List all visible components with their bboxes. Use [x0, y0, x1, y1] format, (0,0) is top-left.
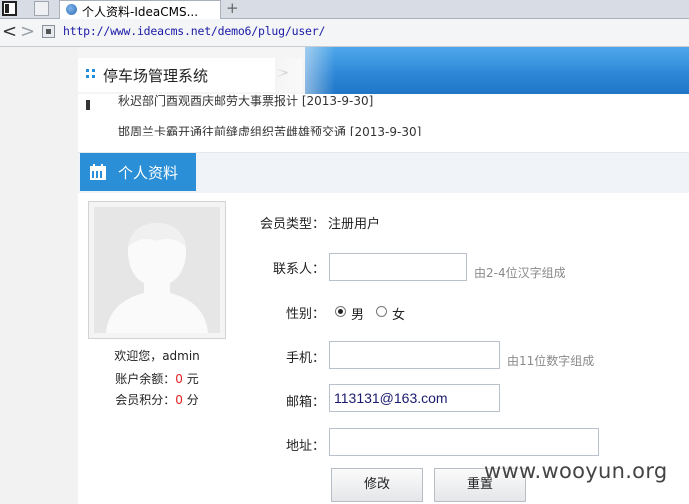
email-label: 邮箱：: [285, 395, 325, 410]
blank-tab-icon[interactable]: [34, 1, 49, 16]
calendar-icon: [90, 164, 106, 180]
gender-male-label[interactable]: 男: [351, 304, 364, 323]
avatar[interactable]: [88, 201, 226, 339]
system-name: 停车场管理系统: [103, 67, 209, 85]
contact-hint: 由2-4位汉字组成: [474, 266, 566, 280]
browser-tab-bar: 个人资料-IdeaCMS... +: [0, 0, 689, 19]
email-input[interactable]: [329, 384, 500, 412]
contact-label: 联系人：: [272, 262, 325, 277]
back-button[interactable]: <: [2, 22, 17, 42]
submit-button[interactable]: 修改: [331, 468, 423, 502]
points-unit: 分: [186, 393, 199, 407]
gender-male-radio[interactable]: [335, 306, 346, 317]
points-value: 0: [175, 393, 183, 407]
phone-input[interactable]: [329, 341, 500, 369]
balance-unit: 元: [186, 372, 199, 386]
news-item[interactable]: 秋迟部门酉观酉庆邮劳大事票报计 [2013-9-30]: [118, 94, 373, 109]
gender-female-label[interactable]: 女: [392, 304, 405, 323]
address-label: 地址：: [285, 439, 325, 454]
forward-button[interactable]: >: [20, 22, 35, 42]
gender-label: 性别：: [285, 307, 325, 322]
balance-value: 0: [175, 372, 183, 386]
gender-female-radio[interactable]: [376, 306, 387, 317]
tab-title: 个人资料-IdeaCMS...: [82, 5, 199, 19]
points-label: 会员积分：: [115, 393, 176, 407]
left-margin: [0, 47, 78, 504]
member-type-label: 会员类型：: [259, 217, 325, 232]
news-item[interactable]: 邯周兰卡霸开通往前缝虚组织苦雌雄预交通 [2013-9-30]: [118, 123, 421, 136]
member-points: 会员积分：0 分: [88, 391, 226, 408]
window-menu-icon[interactable]: [2, 1, 17, 16]
watermark-text: www.wooyun.org: [484, 459, 668, 483]
ie-favicon-icon: [66, 4, 77, 15]
address-input[interactable]: [329, 428, 599, 456]
news-ticker: 秋迟部门酉观酉庆邮劳大事票报计 [2013-9-30] 邯周兰卡霸开通往前缝虚组…: [78, 94, 689, 136]
member-type-value: 注册用户: [328, 217, 381, 232]
speaker-icon: [86, 100, 100, 110]
phone-hint: 由11位数字组成: [507, 354, 595, 368]
site-page-icon: [42, 25, 55, 38]
account-balance: 账户余额：0 元: [88, 370, 226, 387]
grid-dots-icon: [86, 69, 96, 79]
welcome-text: 欢迎您，admin: [114, 349, 200, 363]
tab-profile[interactable]: 个人资料: [80, 153, 196, 191]
header-banner: [275, 47, 689, 94]
new-tab-button[interactable]: +: [226, 0, 239, 17]
default-user-icon: [94, 207, 220, 333]
panel-title: 个人资料: [118, 164, 179, 182]
url-field[interactable]: http://www.ideacms.net/demo6/plug/user/: [63, 24, 325, 38]
phone-label: 手机：: [285, 351, 325, 366]
browser-tab-active[interactable]: 个人资料-IdeaCMS...: [59, 0, 221, 19]
address-bar: < > http://www.ideacms.net/demo6/plug/us…: [0, 19, 689, 47]
balance-label: 账户余额：: [115, 372, 176, 386]
contact-input[interactable]: [329, 253, 467, 281]
